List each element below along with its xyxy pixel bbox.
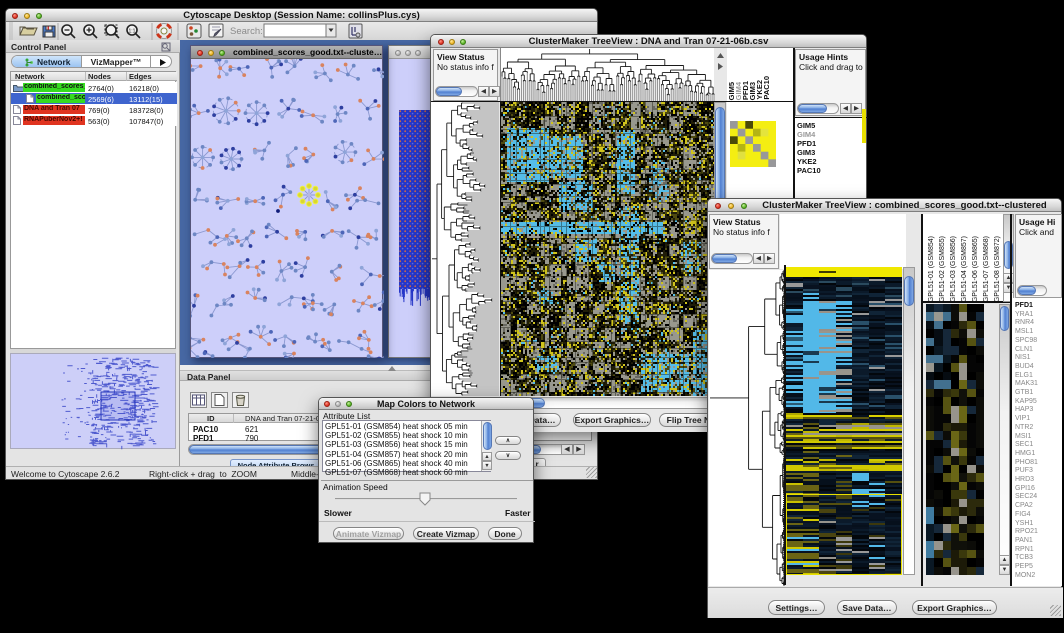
- svg-text:Search:: Search:: [230, 26, 263, 37]
- svg-text:1:1: 1:1: [129, 29, 136, 35]
